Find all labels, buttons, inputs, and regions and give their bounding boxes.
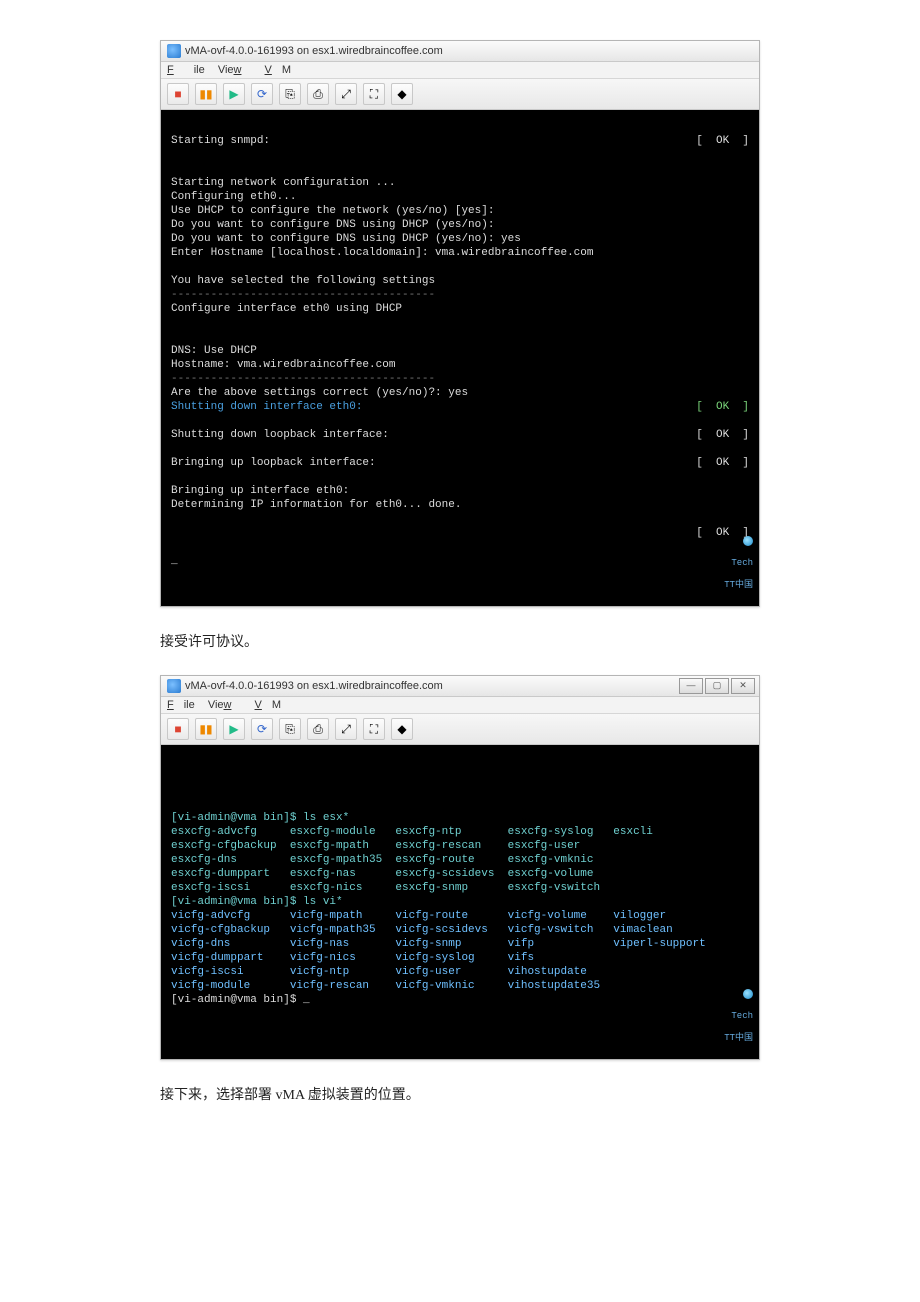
- snapshot-icon[interactable]: ⎘: [279, 83, 301, 105]
- minimize-button[interactable]: —: [679, 678, 703, 694]
- fullscreen-icon[interactable]: ⤢: [335, 83, 357, 105]
- caption-2: 接下来，选择部署 vMA 虚拟装置的位置。: [160, 1084, 760, 1104]
- pause-icon[interactable]: ▮▮: [195, 83, 217, 105]
- line: Shutting down interface eth0:: [171, 400, 696, 414]
- maximize-button[interactable]: ▢: [705, 678, 729, 694]
- prompt: [vi-admin@vma bin]$ _: [171, 993, 749, 1007]
- line: Use DHCP to configure the network (yes/n…: [171, 205, 494, 217]
- menubar[interactable]: File View VM: [161, 62, 759, 79]
- console-output-1: Starting snmpd:[ OK ] Starting network c…: [161, 110, 759, 606]
- line: Are the above settings correct (yes/no)?…: [171, 387, 468, 399]
- reset-icon[interactable]: ⟳: [251, 83, 273, 105]
- status-ok: [ OK ]: [696, 428, 749, 442]
- line: Bringing up interface eth0:: [171, 485, 349, 497]
- snapshot-manager-icon[interactable]: ⎙: [307, 83, 329, 105]
- poweroff-icon[interactable]: ■: [167, 718, 189, 740]
- console-icon[interactable]: ⛶: [363, 718, 385, 740]
- line: DNS: Use DHCP: [171, 345, 257, 357]
- status-ok: [ OK ]: [696, 400, 749, 414]
- play-icon[interactable]: ▶: [223, 718, 245, 740]
- vm-console-window-1: vMA-ovf-4.0.0-161993 on esx1.wiredbrainc…: [160, 40, 760, 607]
- window-title: vMA-ovf-4.0.0-161993 on esx1.wiredbrainc…: [185, 45, 443, 57]
- titlebar[interactable]: vMA-ovf-4.0.0-161993 on esx1.wiredbrainc…: [161, 676, 759, 697]
- menu-view[interactable]: View: [218, 64, 252, 76]
- menu-vm[interactable]: VM: [255, 699, 282, 711]
- window-controls: — ▢ ✕: [679, 678, 755, 694]
- line: Bringing up loopback interface:: [171, 456, 696, 470]
- console-icon[interactable]: ⛶: [363, 83, 385, 105]
- poweroff-icon[interactable]: ■: [167, 83, 189, 105]
- toolbar: ■ ▮▮ ▶ ⟳ ⎘ ⎙ ⤢ ⛶ ◆: [161, 714, 759, 745]
- watermark-dot-icon: [743, 536, 753, 546]
- watermark-brand: Tech: [731, 1011, 753, 1021]
- blank: [171, 526, 696, 540]
- line: Shutting down loopback interface:: [171, 428, 696, 442]
- console-output-2: [vi-admin@vma bin]$ ls esx* esxcfg-advcf…: [161, 745, 759, 1059]
- divider: ----------------------------------------: [171, 373, 435, 385]
- fullscreen-icon[interactable]: ⤢: [335, 718, 357, 740]
- line: Enter Hostname [localhost.localdomain]: …: [171, 247, 593, 259]
- close-button[interactable]: ✕: [731, 678, 755, 694]
- status-ok: [ OK ]: [696, 456, 749, 470]
- caption-1: 接受许可协议。: [160, 631, 760, 651]
- menu-vm[interactable]: VM: [265, 64, 292, 76]
- titlebar[interactable]: vMA-ovf-4.0.0-161993 on esx1.wiredbrainc…: [161, 41, 759, 62]
- watermark-sub: TT中国: [724, 1033, 753, 1043]
- line: You have selected the following settings: [171, 275, 435, 287]
- blank: [171, 163, 178, 175]
- watermark-brand: Tech: [731, 558, 753, 568]
- line: Starting network configuration ...: [171, 177, 395, 189]
- vi-listing: vicfg-advcfg vicfg-mpath vicfg-route vic…: [171, 909, 749, 993]
- vmware-icon: [167, 44, 181, 58]
- menu-view[interactable]: View: [208, 699, 242, 711]
- watermark: Tech TT中国: [681, 978, 753, 1055]
- line-snmpd: Starting snmpd:: [171, 134, 696, 148]
- snapshot-icon[interactable]: ⎘: [279, 718, 301, 740]
- cursor: _: [171, 555, 178, 567]
- menu-file[interactable]: File: [167, 699, 195, 711]
- menubar[interactable]: File View VM: [161, 697, 759, 714]
- toolbar: ■ ▮▮ ▶ ⟳ ⎘ ⎙ ⤢ ⛶ ◆: [161, 79, 759, 110]
- esx-listing: [vi-admin@vma bin]$ ls esx* esxcfg-advcf…: [171, 755, 749, 909]
- line: Do you want to configure DNS using DHCP …: [171, 219, 494, 231]
- line: Determining IP information for eth0... d…: [171, 498, 749, 512]
- watermark: Tech TT中国: [681, 525, 753, 602]
- line: Hostname: vma.wiredbraincoffee.com: [171, 359, 395, 371]
- divider: ----------------------------------------: [171, 289, 435, 301]
- vm-console-window-2: vMA-ovf-4.0.0-161993 on esx1.wiredbrainc…: [160, 675, 760, 1060]
- status-ok: [ OK ]: [696, 134, 749, 148]
- play-icon[interactable]: ▶: [223, 83, 245, 105]
- watermark-sub: TT中国: [724, 580, 753, 590]
- snapshot-manager-icon[interactable]: ⎙: [307, 718, 329, 740]
- connect-icon[interactable]: ◆: [391, 718, 413, 740]
- connect-icon[interactable]: ◆: [391, 83, 413, 105]
- watermark-dot-icon: [743, 989, 753, 999]
- menu-file[interactable]: File: [167, 64, 205, 76]
- line: Configure interface eth0 using DHCP: [171, 303, 402, 315]
- reset-icon[interactable]: ⟳: [251, 718, 273, 740]
- line: Do you want to configure DNS using DHCP …: [171, 233, 521, 245]
- vmware-icon: [167, 679, 181, 693]
- window-title: vMA-ovf-4.0.0-161993 on esx1.wiredbrainc…: [185, 680, 443, 692]
- pause-icon[interactable]: ▮▮: [195, 718, 217, 740]
- line: Configuring eth0...: [171, 191, 296, 203]
